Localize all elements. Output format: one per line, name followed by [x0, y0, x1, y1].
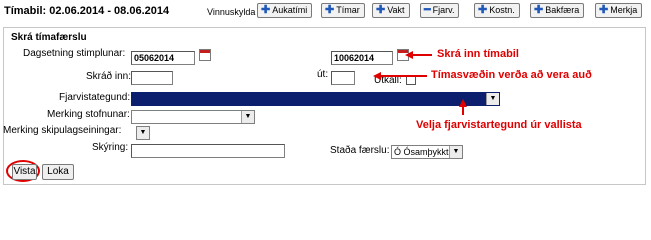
annotation-arrows	[373, 51, 467, 115]
annotation-choose-absence: Velja fjarvistartegund úr vallista	[416, 119, 582, 131]
arrow-head	[459, 99, 467, 107]
arrow-head	[405, 51, 413, 59]
annotation-register-time: Skrá inn tímabil	[437, 48, 519, 60]
annotation-times-empty: Tímasvæðin verða að vera auð	[431, 69, 592, 81]
arrow-head	[373, 72, 381, 80]
